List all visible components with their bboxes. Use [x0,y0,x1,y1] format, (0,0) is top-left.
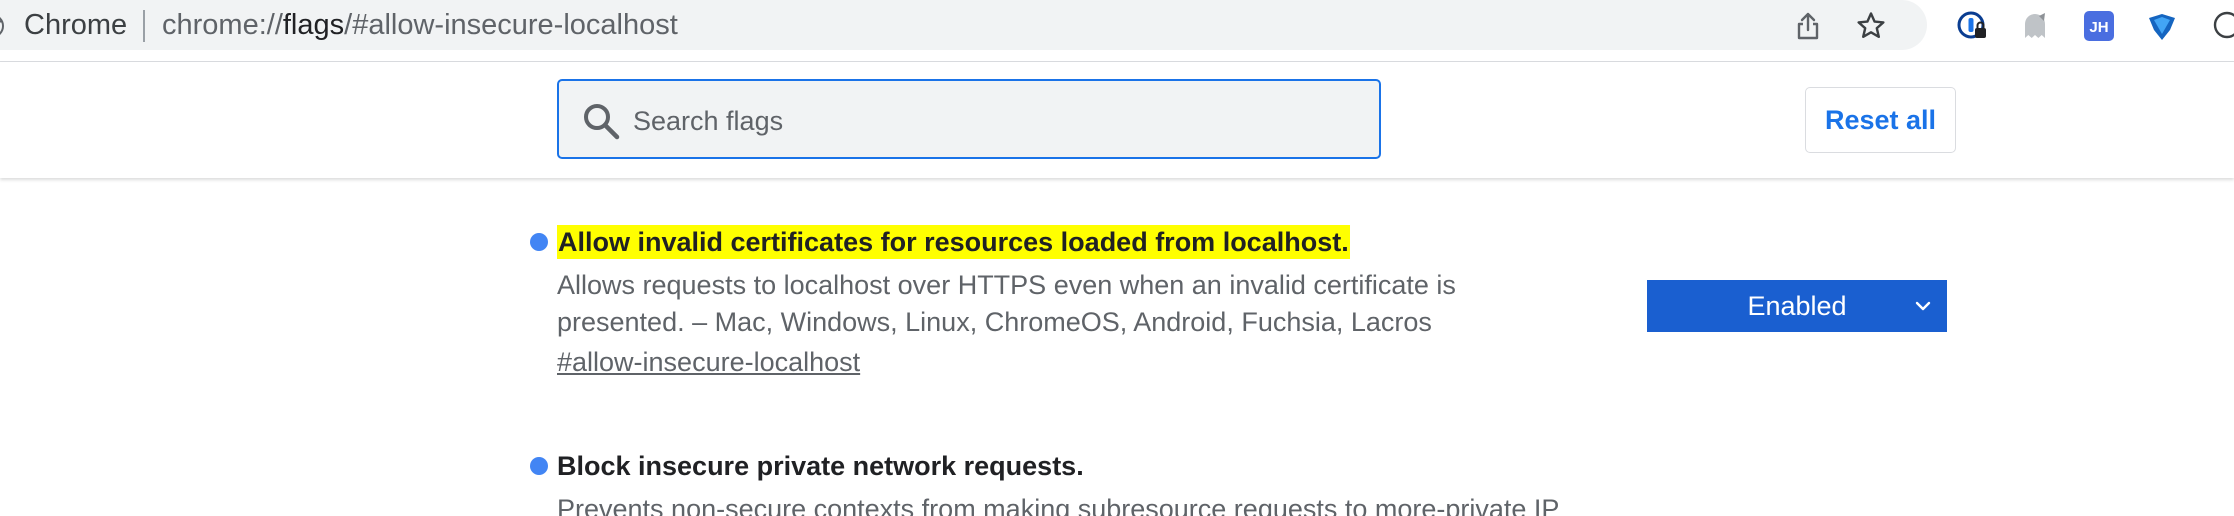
omnibox[interactable]: Chrome chrome://flags/#allow-insecure-lo… [0,0,1927,50]
site-chip-label[interactable]: Chrome [24,8,127,42]
url-fragment: /#allow-insecure-localhost [344,9,678,41]
password-manager-extension-icon[interactable] [1956,10,1988,42]
chrome-logo-icon [0,17,4,35]
chat-extension-icon[interactable] [2209,10,2234,42]
flag-state-value: Enabled [1747,290,1847,321]
modified-dot [530,233,548,251]
flag-entry: Block insecure private network requests.… [527,449,2027,516]
flag-description: Prevents non-secure contexts from making… [557,494,1560,516]
modified-dot [530,457,548,475]
flag-title: Block insecure private network requests. [557,451,1084,481]
svg-text:JH: JH [2089,19,2108,36]
reset-all-button[interactable]: Reset all [1805,87,1956,153]
share-icon[interactable] [1792,10,1824,42]
jh-extension-icon[interactable]: JH [2083,10,2115,42]
chevron-down-icon [1915,301,1931,311]
ghostery-extension-icon[interactable] [2019,10,2051,42]
flag-permalink[interactable]: #allow-insecure-localhost [557,347,860,378]
browser-toolbar: Chrome chrome://flags/#allow-insecure-lo… [0,0,2234,62]
search-box[interactable] [557,79,1381,159]
url-text[interactable]: chrome://flags/#allow-insecure-localhost [162,8,678,42]
metamask-extension-icon[interactable] [2146,10,2178,42]
url-host: flags [282,9,345,41]
search-input[interactable] [631,95,1355,147]
flag-title: Allow invalid certificates for resources… [557,225,1350,259]
flags-header: Reset all [0,62,2234,178]
search-icon [584,104,620,140]
url-prefix: chrome:// [162,9,283,41]
flag-state-select[interactable]: Enabled [1647,280,1947,332]
flag-description: Allows requests to localhost over HTTPS … [557,270,1456,337]
bookmark-star-icon[interactable] [1855,10,1887,42]
omnibox-separator [143,10,145,42]
